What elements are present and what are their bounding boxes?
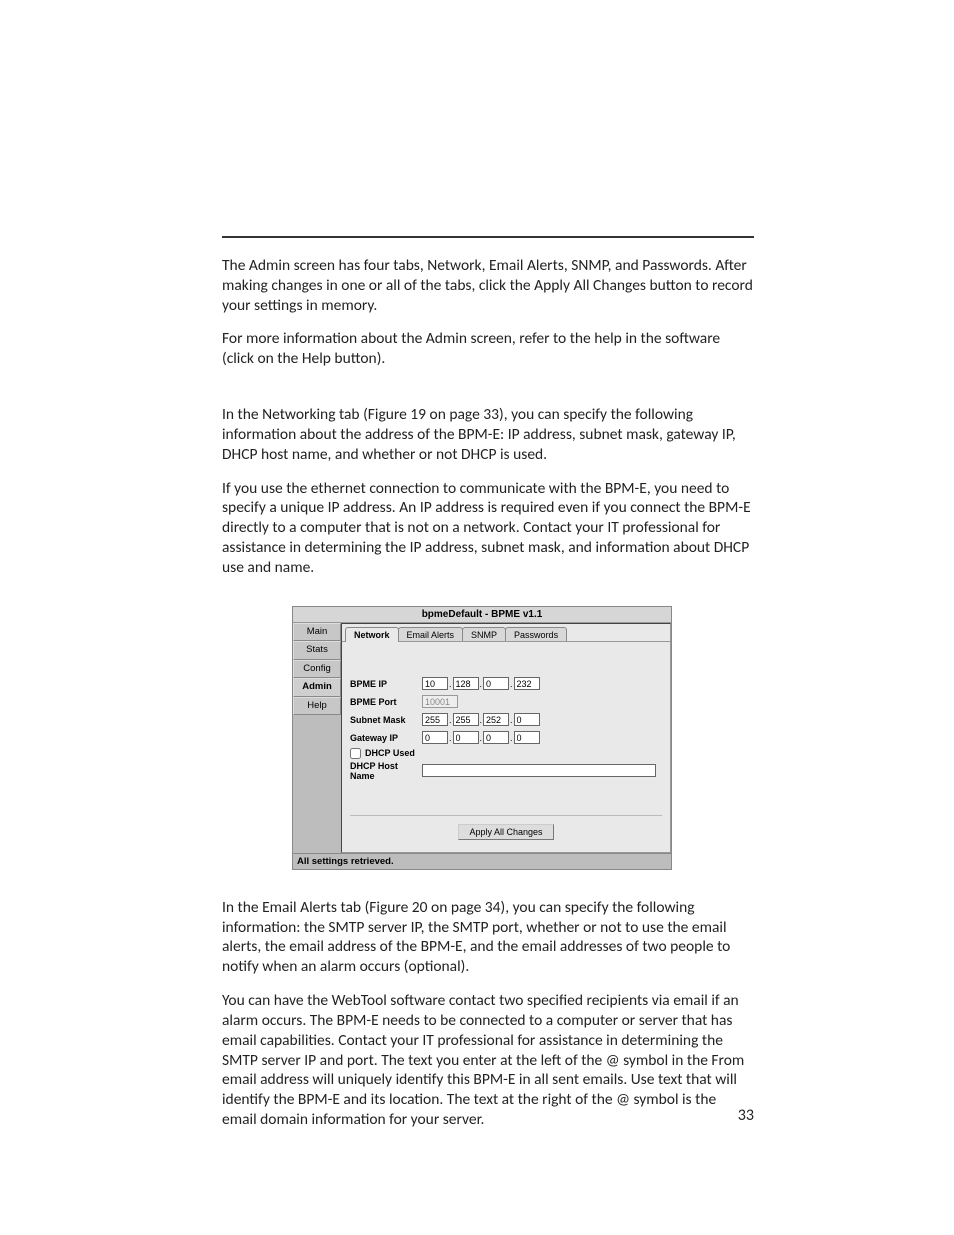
- paragraph-1: The Admin screen has four tabs, Network,…: [222, 256, 754, 315]
- dhcp-used-checkbox[interactable]: [350, 748, 361, 759]
- sidebar-item-help[interactable]: Help: [293, 697, 341, 715]
- gateway-octet-1[interactable]: [422, 731, 448, 744]
- gateway-octet-3[interactable]: [483, 731, 509, 744]
- page-number: 33: [738, 1106, 754, 1125]
- tab-network[interactable]: Network: [345, 627, 399, 642]
- sidebar-item-stats[interactable]: Stats: [293, 641, 341, 659]
- bpme-ip-label: BPME IP: [350, 679, 422, 689]
- paragraph-3: In the Networking tab (Figure 19 on page…: [222, 405, 754, 464]
- paragraph-5: In the Email Alerts tab (Figure 20 on pa…: [222, 898, 754, 977]
- tab-snmp[interactable]: SNMP: [462, 627, 506, 642]
- paragraph-6: You can have the WebTool software contac…: [222, 991, 754, 1130]
- paragraph-2: For more information about the Admin scr…: [222, 329, 754, 369]
- dhcp-host-name-field[interactable]: [422, 764, 656, 777]
- gateway-octet-4[interactable]: [514, 731, 540, 744]
- bpme-port-field: [422, 695, 458, 708]
- dhcp-used-label: DHCP Used: [365, 748, 415, 758]
- bpme-ip-octet-2[interactable]: [453, 677, 479, 690]
- main-panel: Network Email Alerts SNMP Passwords BPME…: [341, 623, 671, 853]
- gateway-octet-2[interactable]: [453, 731, 479, 744]
- bpme-ip-octet-3[interactable]: [483, 677, 509, 690]
- paragraph-4: If you use the ethernet connection to co…: [222, 479, 754, 578]
- network-tab-content: BPME IP . . .: [342, 641, 670, 852]
- app-titlebar: bpmeDefault - BPME v1.1: [293, 607, 671, 623]
- apply-all-changes-button[interactable]: Apply All Changes: [458, 824, 553, 840]
- bpme-ip-octet-1[interactable]: [422, 677, 448, 690]
- subnet-octet-2[interactable]: [453, 713, 479, 726]
- sidebar: Main Stats Config Admin Help: [293, 623, 341, 853]
- tab-email-alerts[interactable]: Email Alerts: [398, 627, 464, 642]
- sidebar-item-admin[interactable]: Admin: [293, 678, 341, 696]
- app-window: bpmeDefault - BPME v1.1 Main Stats Confi…: [292, 606, 672, 870]
- subnet-octet-3[interactable]: [483, 713, 509, 726]
- subnet-mask-label: Subnet Mask: [350, 715, 422, 725]
- bpme-port-label: BPME Port: [350, 697, 422, 707]
- bpme-ip-octet-4[interactable]: [514, 677, 540, 690]
- figure-admin-network: bpmeDefault - BPME v1.1 Main Stats Confi…: [292, 606, 754, 870]
- tab-bar: Network Email Alerts SNMP Passwords: [342, 624, 670, 642]
- sidebar-item-config[interactable]: Config: [293, 660, 341, 678]
- horizontal-rule: [222, 236, 754, 238]
- subnet-octet-1[interactable]: [422, 713, 448, 726]
- subnet-octet-4[interactable]: [514, 713, 540, 726]
- tab-passwords[interactable]: Passwords: [505, 627, 567, 642]
- dhcp-host-name-label: DHCP Host Name: [350, 761, 422, 781]
- gateway-ip-label: Gateway IP: [350, 733, 422, 743]
- sidebar-item-main[interactable]: Main: [293, 623, 341, 641]
- status-bar: All settings retrieved.: [293, 853, 671, 869]
